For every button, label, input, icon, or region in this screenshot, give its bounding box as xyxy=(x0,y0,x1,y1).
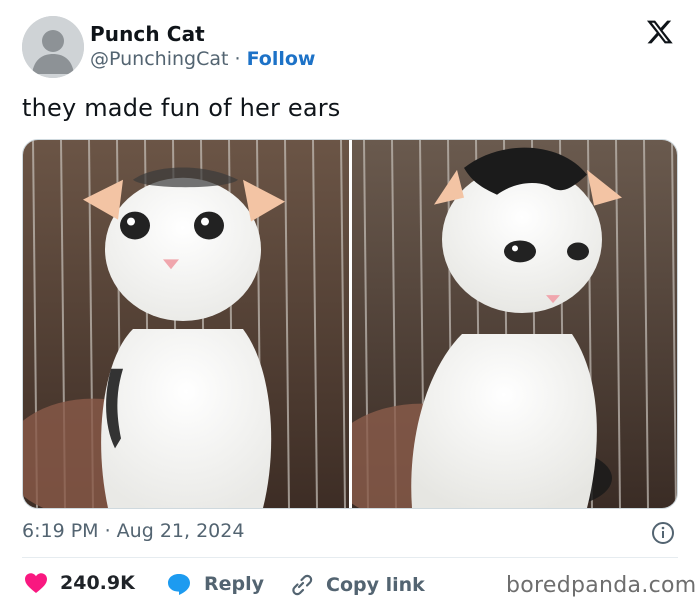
author-handle[interactable]: @PunchingCat xyxy=(90,48,228,70)
photo-right[interactable] xyxy=(352,140,678,508)
tweet-media[interactable] xyxy=(22,139,678,509)
copy-link-button[interactable]: Copy link xyxy=(288,572,425,598)
separator-dot: · xyxy=(234,48,241,70)
author-display-name[interactable]: Punch Cat xyxy=(90,22,205,46)
photo-left[interactable] xyxy=(23,140,349,508)
heart-icon xyxy=(25,573,47,593)
reply-bubble-icon xyxy=(168,574,190,595)
author-handle-line: @PunchingCat · Follow xyxy=(90,48,315,70)
avatar[interactable] xyxy=(22,16,84,78)
tweet-text: they made fun of her ears xyxy=(22,94,341,122)
info-icon[interactable] xyxy=(651,521,675,545)
follow-button[interactable]: Follow xyxy=(247,48,316,70)
site-watermark: boredpanda.com xyxy=(506,573,697,598)
like-button[interactable]: 240.9K xyxy=(24,572,135,594)
divider xyxy=(22,557,678,558)
copy-link-label: Copy link xyxy=(326,574,425,596)
default-avatar-icon xyxy=(22,16,84,78)
like-count: 240.9K xyxy=(60,572,135,594)
reply-button[interactable]: Reply xyxy=(166,572,264,596)
x-logo-icon[interactable] xyxy=(646,18,674,46)
link-icon xyxy=(292,574,313,596)
tweet-timestamp[interactable]: 6:19 PM · Aug 21, 2024 xyxy=(22,520,244,542)
reply-label: Reply xyxy=(204,573,265,595)
